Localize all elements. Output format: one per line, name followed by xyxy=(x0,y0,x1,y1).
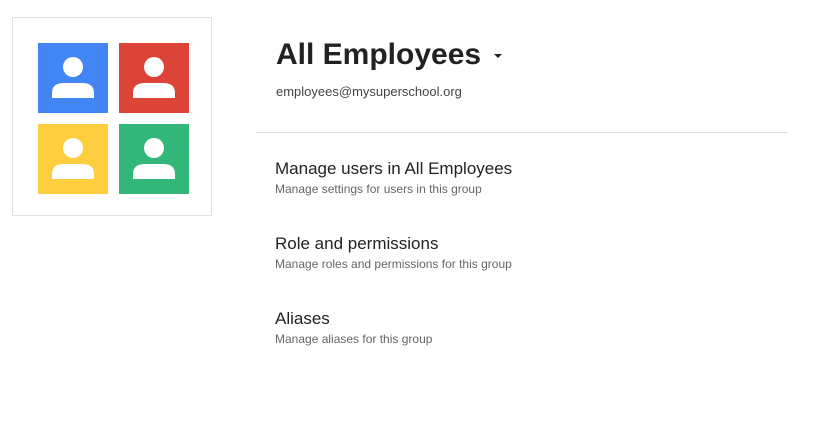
menu-item-description: Manage roles and permissions for this gr… xyxy=(275,257,512,271)
group-settings-menu: Manage users in All Employees Manage set… xyxy=(275,158,512,383)
group-details-page: All Employees employees@mysuperschool.or… xyxy=(0,0,823,422)
group-avatar xyxy=(12,17,212,216)
group-title-dropdown[interactable]: All Employees xyxy=(276,36,503,74)
menu-item-title[interactable]: Role and permissions xyxy=(275,233,512,255)
menu-item-title[interactable]: Aliases xyxy=(275,308,512,330)
menu-item-manage-users[interactable]: Manage users in All Employees Manage set… xyxy=(275,158,512,233)
caret-down-icon[interactable] xyxy=(494,54,503,58)
group-email: employees@mysuperschool.org xyxy=(276,84,462,99)
menu-item-aliases[interactable]: Aliases Manage aliases for this group xyxy=(275,308,512,383)
person-icon xyxy=(38,124,108,194)
menu-item-title[interactable]: Manage users in All Employees xyxy=(275,158,512,180)
person-icon xyxy=(119,124,189,194)
person-icon xyxy=(38,43,108,113)
person-icon xyxy=(119,43,189,113)
menu-item-description: Manage settings for users in this group xyxy=(275,182,482,196)
group-header: All Employees employees@mysuperschool.or… xyxy=(276,36,503,99)
menu-item-description: Manage aliases for this group xyxy=(275,332,433,346)
page-title: All Employees xyxy=(276,38,482,71)
menu-item-roles-permissions[interactable]: Role and permissions Manage roles and pe… xyxy=(275,233,512,308)
divider xyxy=(256,132,788,133)
